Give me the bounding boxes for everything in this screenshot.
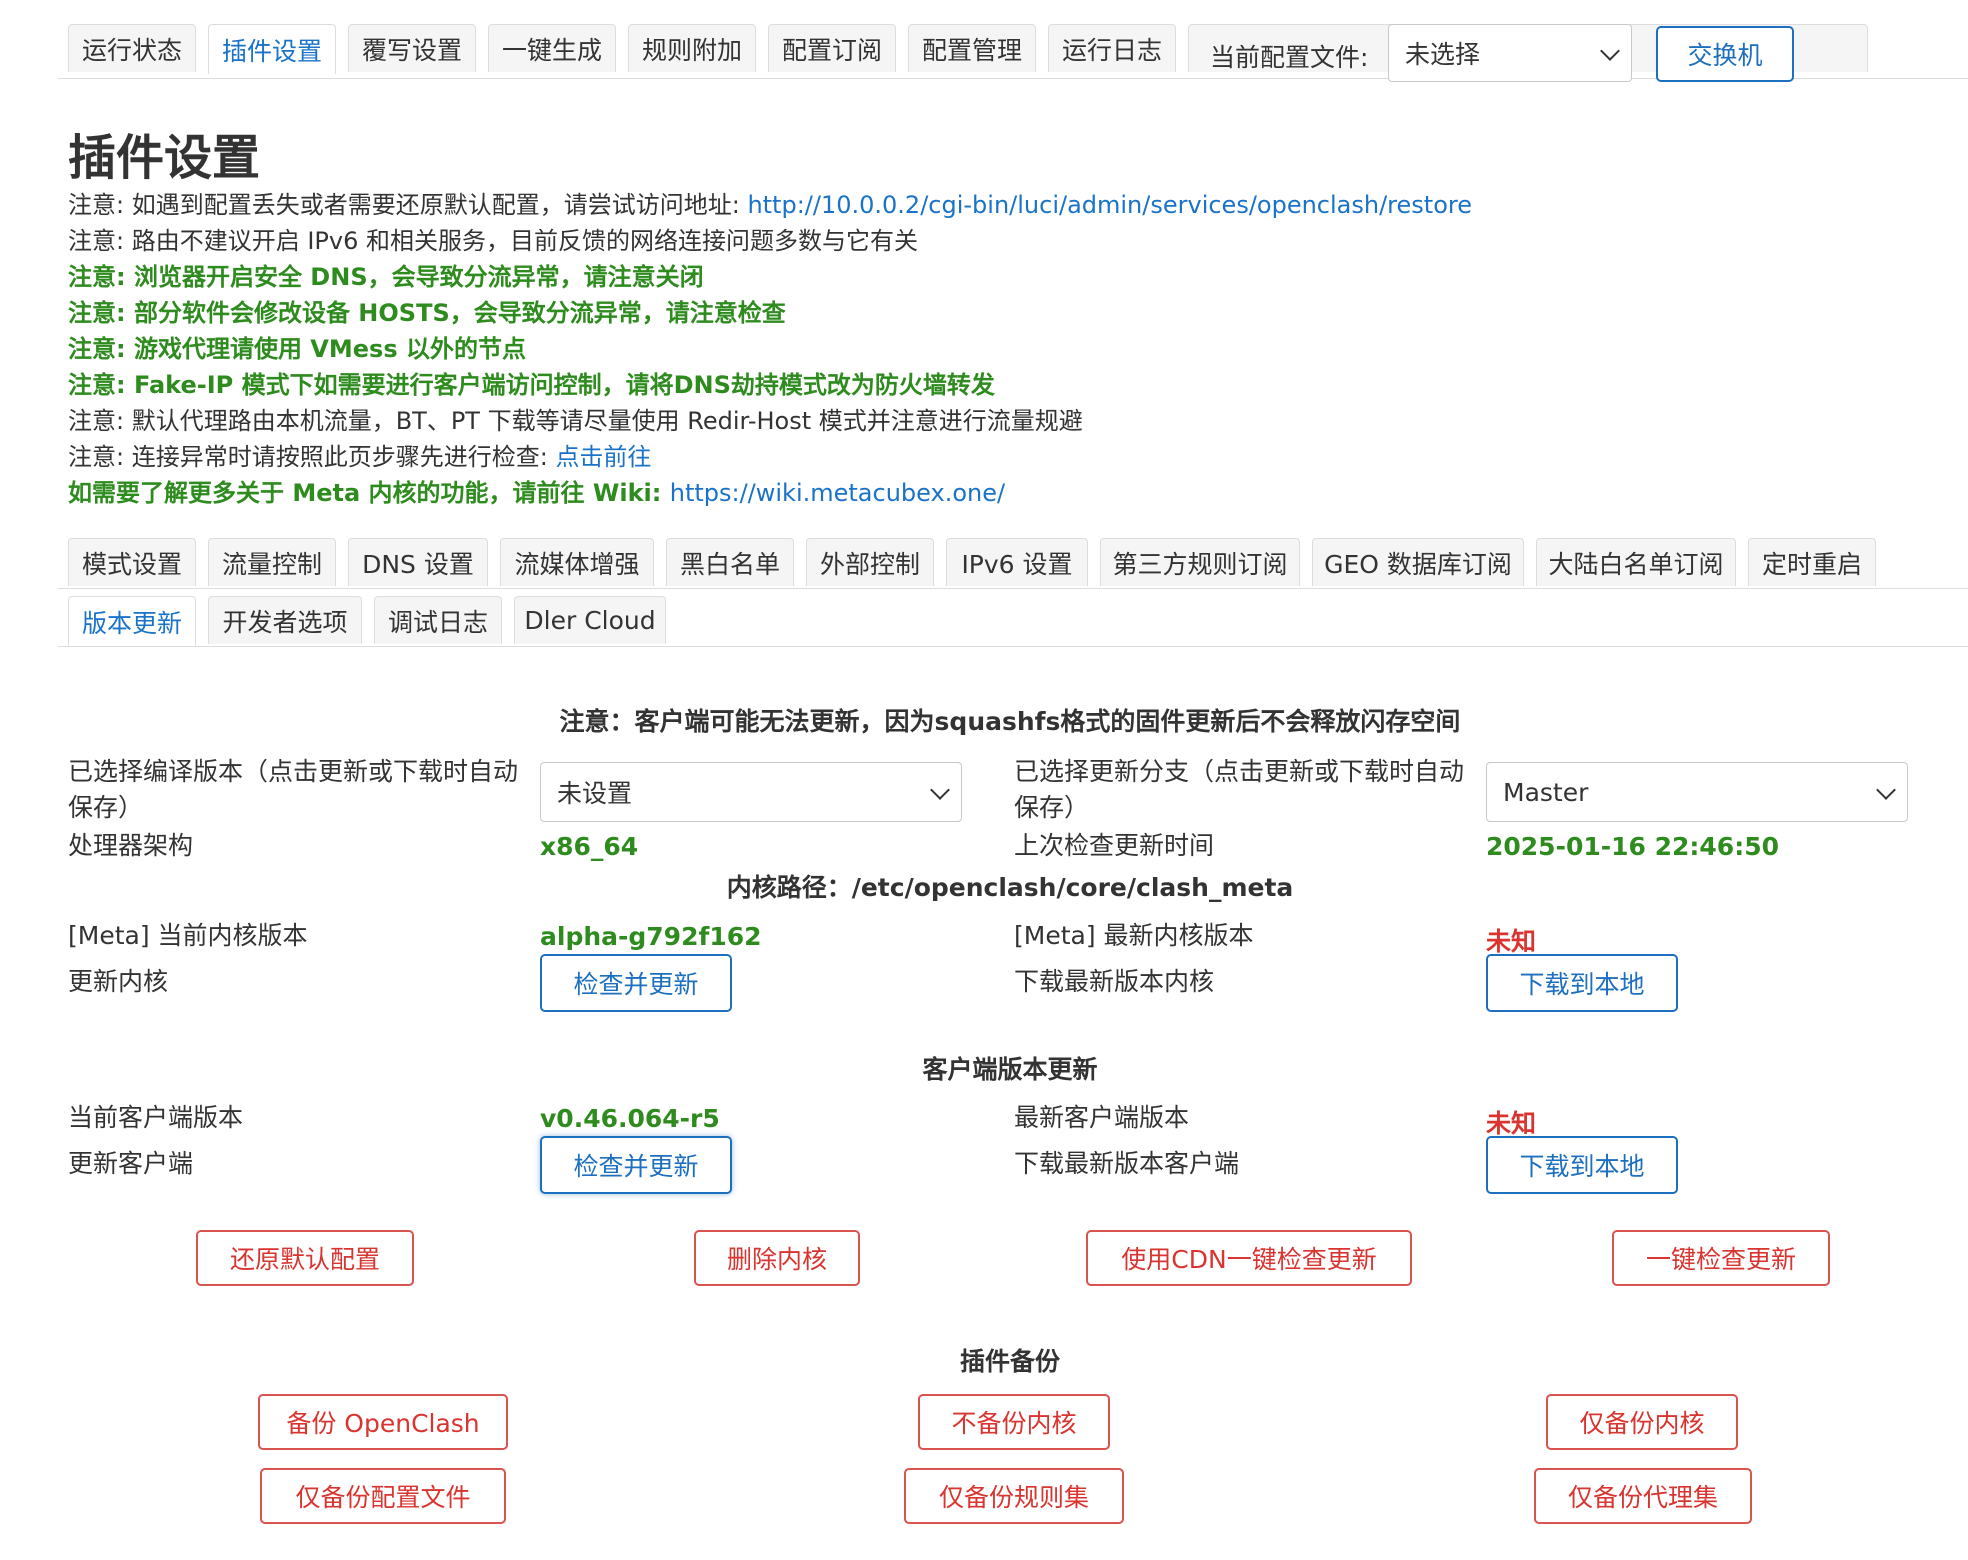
tab-run-log[interactable]: 运行日志	[1048, 24, 1176, 72]
current-client-label: 当前客户端版本	[68, 1103, 244, 1132]
note-hosts: 注意: 部分软件会修改设备 HOSTS，会导致分流异常，请注意检查	[68, 299, 786, 327]
backup-proxyset-only-button[interactable]: 仅备份代理集	[1534, 1468, 1752, 1524]
backup-openclash-button[interactable]: 备份 OpenClash	[258, 1394, 508, 1450]
tab-plugin-settings[interactable]: 插件设置	[208, 24, 336, 74]
download-client-label: 下载最新版本客户端	[1014, 1149, 1240, 1178]
backup-config-only-button[interactable]: 仅备份配置文件	[260, 1468, 506, 1524]
core-path: 内核路径：/etc/openclash/core/clash_meta	[726, 873, 1294, 902]
tab-override-settings[interactable]: 覆写设置	[348, 24, 476, 72]
tab-third-party-rules[interactable]: 第三方规则订阅	[1100, 538, 1300, 586]
compile-version-value: 未设置	[557, 779, 633, 808]
client-update-title: 客户端版本更新	[922, 1055, 1098, 1084]
note-restore-text: 注意: 如遇到配置丢失或者需要还原默认配置，请尝试访问地址:	[68, 191, 748, 219]
check-update-client-button[interactable]: 检查并更新	[540, 1136, 732, 1194]
compile-version-select[interactable]: 未设置	[540, 762, 962, 822]
tab-mode-settings[interactable]: 模式设置	[68, 538, 196, 586]
tab-version-update[interactable]: 版本更新	[68, 596, 196, 646]
tab-mainland-whitelist[interactable]: 大陆白名单订阅	[1536, 538, 1736, 586]
update-branch-value: Master	[1503, 777, 1589, 807]
update-core-label: 更新内核	[68, 967, 169, 996]
current-client-value: v0.46.064-r5	[540, 1104, 720, 1133]
chevron-down-icon	[1876, 780, 1896, 800]
check-steps-link[interactable]: 点击前往	[555, 443, 651, 471]
tab-streaming[interactable]: 流媒体增强	[500, 538, 654, 586]
page-title: 插件设置	[68, 130, 261, 186]
latest-core-label: [Meta] 最新内核版本	[1014, 921, 1254, 950]
tab-dler-cloud[interactable]: Dler Cloud	[514, 596, 666, 644]
download-core-label: 下载最新版本内核	[1014, 967, 1215, 996]
compile-version-label: 已选择编译版本（点击更新或下载时自动保存）	[68, 757, 519, 822]
note-game-proxy: 注意: 游戏代理请使用 VMess 以外的节点	[68, 335, 526, 363]
last-check-value: 2025-01-16 22:46:50	[1486, 832, 1779, 861]
note-ipv6: 注意: 路由不建议开启 IPv6 和相关服务，目前反馈的网络连接问题多数与它有关	[68, 227, 918, 255]
tab-geo-database[interactable]: GEO 数据库订阅	[1312, 538, 1524, 586]
restore-default-button[interactable]: 还原默认配置	[196, 1230, 414, 1286]
chevron-down-icon	[1600, 41, 1620, 61]
note-wiki-text: 如需要了解更多关于 Meta 内核的功能，请前往 Wiki:	[68, 479, 670, 507]
config-file-value: 未选择	[1405, 40, 1481, 69]
latest-core-value: 未知	[1486, 927, 1537, 956]
tab-debug-log[interactable]: 调试日志	[374, 596, 502, 644]
note-secure-dns: 注意: 浏览器开启安全 DNS，会导致分流异常，请注意关闭	[68, 263, 704, 291]
backup-title: 插件备份	[959, 1347, 1060, 1376]
arch-label: 处理器架构	[68, 831, 194, 860]
wiki-link[interactable]: https://wiki.metacubex.one/	[670, 479, 1005, 507]
sub-tab-bar-2: 版本更新 开发者选项 调试日志 Dler Cloud	[58, 596, 1968, 647]
one-click-check-update-button[interactable]: 一键检查更新	[1612, 1230, 1830, 1286]
download-core-button[interactable]: 下载到本地	[1486, 954, 1678, 1012]
latest-client-value: 未知	[1486, 1109, 1537, 1138]
note-local-traffic: 注意: 默认代理路由本机流量，BT、PT 下载等请尽量使用 Redir-Host…	[68, 407, 1083, 435]
arch-value: x86_64	[540, 832, 639, 861]
tab-ipv6-settings[interactable]: IPv6 设置	[946, 538, 1088, 586]
note-meta-wiki: 如需要了解更多关于 Meta 内核的功能，请前往 Wiki: https://w…	[68, 478, 1005, 508]
tab-one-click-generate[interactable]: 一键生成	[488, 24, 616, 72]
update-branch-select[interactable]: Master	[1486, 762, 1908, 822]
update-branch-label: 已选择更新分支（点击更新或下载时自动保存）	[1014, 757, 1465, 822]
tab-config-subscribe[interactable]: 配置订阅	[768, 24, 896, 72]
tab-external-control[interactable]: 外部控制	[806, 538, 934, 586]
sub-tab-bar-1: 模式设置 流量控制 DNS 设置 流媒体增强 黑白名单 外部控制 IPv6 设置…	[58, 538, 1968, 589]
config-file-label: 当前配置文件:	[1210, 43, 1369, 72]
tab-traffic-control[interactable]: 流量控制	[208, 538, 336, 586]
backup-ruleset-only-button[interactable]: 仅备份规则集	[904, 1468, 1124, 1524]
tab-run-status[interactable]: 运行状态	[68, 24, 196, 72]
check-update-core-button[interactable]: 检查并更新	[540, 954, 732, 1012]
tab-rule-append[interactable]: 规则附加	[628, 24, 756, 72]
chevron-down-icon	[930, 780, 950, 800]
download-client-button[interactable]: 下载到本地	[1486, 1136, 1678, 1194]
delete-core-button[interactable]: 删除内核	[694, 1230, 860, 1286]
update-client-label: 更新客户端	[68, 1149, 194, 1178]
backup-core-only-button[interactable]: 仅备份内核	[1546, 1394, 1738, 1450]
tab-blacklist-whitelist[interactable]: 黑白名单	[666, 538, 794, 586]
tab-config-manage[interactable]: 配置管理	[908, 24, 1036, 72]
note-restore: 注意: 如遇到配置丢失或者需要还原默认配置，请尝试访问地址: http://10…	[68, 190, 1472, 220]
note-check-steps: 注意: 连接异常时请按照此页步骤先进行检查: 点击前往	[68, 442, 651, 472]
current-core-value: alpha-g792f162	[540, 922, 762, 951]
update-warning: 注意：客户端可能无法更新，因为squashfs格式的固件更新后不会释放闪存空间	[559, 707, 1461, 736]
config-file-select[interactable]: 未选择	[1388, 24, 1632, 82]
tab-dns-settings[interactable]: DNS 设置	[348, 538, 488, 586]
note-check-text: 注意: 连接异常时请按照此页步骤先进行检查:	[68, 443, 556, 471]
note-fake-ip: 注意: Fake-IP 模式下如需要进行客户端访问控制，请将DNS劫持模式改为防…	[68, 371, 995, 399]
tab-scheduled-restart[interactable]: 定时重启	[1748, 538, 1876, 586]
current-core-label: [Meta] 当前内核版本	[68, 921, 308, 950]
restore-link[interactable]: http://10.0.0.2/cgi-bin/luci/admin/servi…	[747, 191, 1472, 219]
switch-button[interactable]: 交换机	[1656, 26, 1794, 82]
backup-without-core-button[interactable]: 不备份内核	[918, 1394, 1110, 1450]
tab-developer-options[interactable]: 开发者选项	[208, 596, 362, 644]
last-check-label: 上次检查更新时间	[1014, 831, 1215, 860]
cdn-check-update-button[interactable]: 使用CDN一键检查更新	[1086, 1230, 1412, 1286]
latest-client-label: 最新客户端版本	[1014, 1103, 1190, 1132]
